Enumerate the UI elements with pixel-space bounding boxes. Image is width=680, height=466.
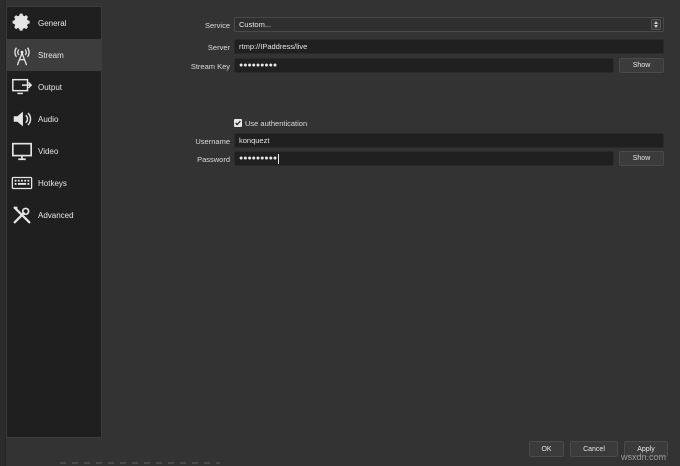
checkmark-icon bbox=[235, 120, 241, 126]
sidebar-item-label: Advanced bbox=[38, 210, 74, 220]
sidebar-item-label: Output bbox=[38, 82, 63, 92]
service-select[interactable]: Custom... bbox=[234, 17, 664, 32]
password-label: Password bbox=[197, 155, 230, 164]
monitor-icon bbox=[11, 140, 33, 162]
username-input[interactable]: konquezt bbox=[234, 133, 664, 148]
sidebar-item-stream[interactable]: Stream bbox=[7, 39, 101, 71]
username-value: konquezt bbox=[239, 136, 270, 145]
sidebar-item-output[interactable]: Output bbox=[7, 71, 101, 103]
sidebar-item-video[interactable]: Video bbox=[7, 135, 101, 167]
window-bottom-border bbox=[60, 462, 220, 464]
sidebar-item-label: Stream bbox=[38, 50, 64, 60]
service-value: Custom... bbox=[239, 20, 272, 29]
select-spinner-icon bbox=[651, 19, 661, 30]
password-show-button[interactable]: Show bbox=[619, 151, 664, 166]
server-value: rtmp://IPaddress/live bbox=[239, 42, 308, 51]
keyboard-icon bbox=[11, 172, 33, 194]
sidebar-item-label: Audio bbox=[38, 114, 59, 124]
service-label: Service bbox=[204, 21, 230, 30]
sidebar-item-label: Video bbox=[38, 146, 59, 156]
ok-button[interactable]: OK bbox=[529, 441, 564, 457]
password-input[interactable]: ●●●●●●●●● bbox=[234, 151, 614, 166]
password-value: ●●●●●●●●● bbox=[239, 155, 278, 162]
watermark-text: wsxdn.com bbox=[620, 452, 666, 462]
text-cursor bbox=[278, 153, 280, 164]
stream-key-label: Stream Key bbox=[190, 62, 230, 71]
server-label: Server bbox=[207, 43, 230, 52]
stream-key-show-button[interactable]: Show bbox=[619, 58, 664, 73]
settings-sidebar: General Stream Output Audio Video Hotkey… bbox=[6, 6, 102, 438]
speaker-icon bbox=[11, 108, 33, 130]
use-authentication-label: Use authentication bbox=[245, 119, 308, 128]
sidebar-item-label: Hotkeys bbox=[38, 178, 67, 188]
tools-icon bbox=[11, 204, 33, 226]
stream-key-input[interactable]: ●●●●●●●●● bbox=[234, 58, 614, 73]
username-label: Username bbox=[195, 137, 230, 146]
sidebar-item-label: General bbox=[38, 18, 67, 28]
use-authentication-checkbox[interactable] bbox=[234, 119, 242, 127]
sidebar-item-general[interactable]: General bbox=[7, 7, 101, 39]
stream-key-value: ●●●●●●●●● bbox=[239, 62, 278, 69]
gear-icon bbox=[11, 12, 33, 34]
output-icon bbox=[11, 76, 33, 98]
sidebar-item-hotkeys[interactable]: Hotkeys bbox=[7, 167, 101, 199]
sidebar-item-audio[interactable]: Audio bbox=[7, 103, 101, 135]
antenna-icon bbox=[11, 44, 33, 66]
server-input[interactable]: rtmp://IPaddress/live bbox=[234, 39, 664, 54]
sidebar-item-advanced[interactable]: Advanced bbox=[7, 199, 101, 231]
cancel-button[interactable]: Cancel bbox=[570, 441, 618, 457]
